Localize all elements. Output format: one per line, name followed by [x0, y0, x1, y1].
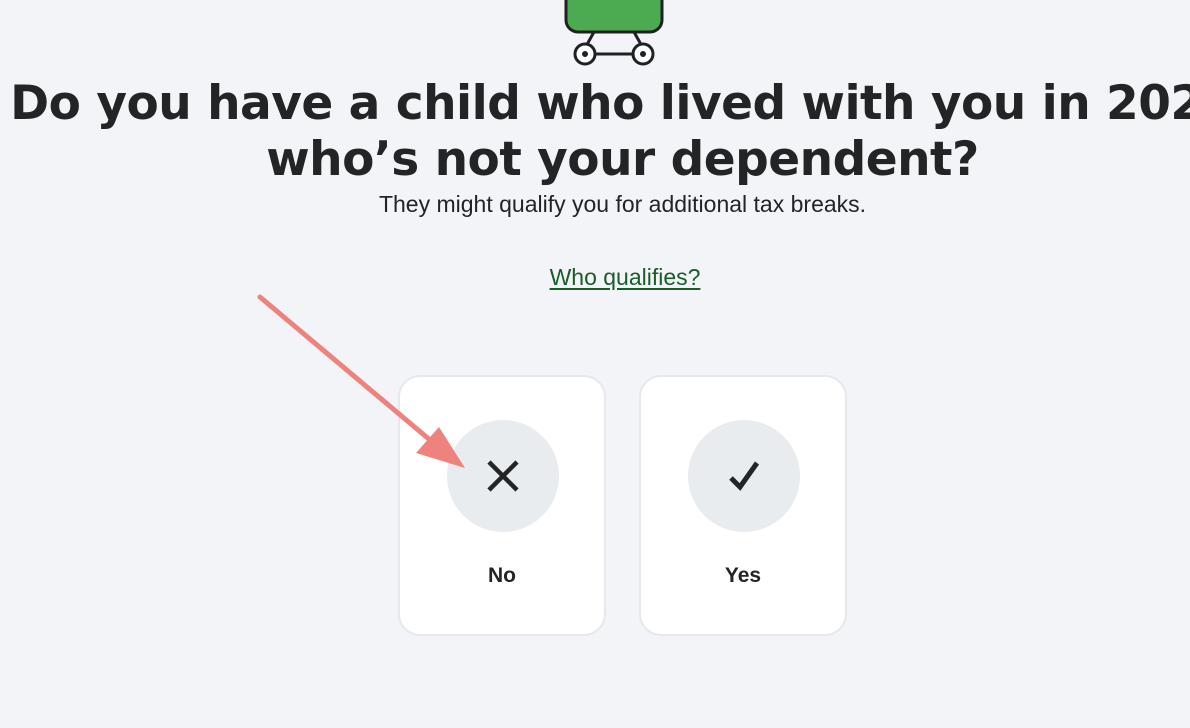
- mascot-illustration: [560, 0, 670, 70]
- question-subtitle: They might qualify you for additional ta…: [378, 191, 867, 217]
- yes-option-label: Yes: [724, 564, 762, 587]
- who-qualifies-link[interactable]: Who qualifies?: [525, 262, 725, 292]
- close-icon: [487, 460, 519, 492]
- yes-option-card[interactable]: Yes: [639, 375, 847, 636]
- checkmark-icon: [729, 461, 760, 491]
- no-option-label: No: [488, 564, 516, 587]
- no-icon-circle: [447, 420, 559, 532]
- question-title: Do you have a child who lived with you i…: [10, 76, 1190, 187]
- no-option-card[interactable]: No: [398, 375, 606, 636]
- yes-icon-circle: [688, 420, 800, 532]
